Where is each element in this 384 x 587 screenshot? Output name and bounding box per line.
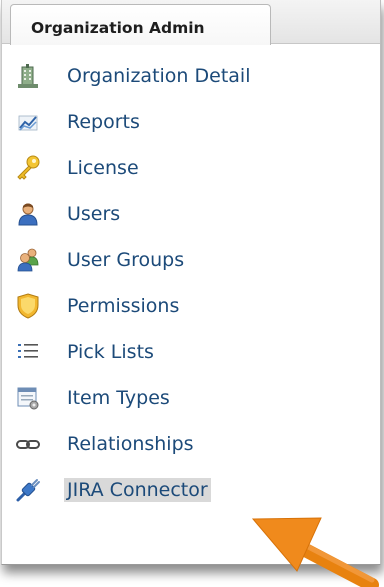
menu-item-label: Users — [67, 203, 121, 225]
line-chart-icon — [15, 108, 41, 136]
menu-item-user-groups[interactable]: User Groups — [2, 246, 380, 292]
menu-item-label: Relationships — [67, 433, 194, 455]
tab-organization-admin[interactable]: Organization Admin — [10, 4, 271, 45]
menu-item-reports[interactable]: Reports — [2, 108, 380, 154]
menu-item-label: Pick Lists — [67, 341, 154, 363]
menu-item-label: Organization Detail — [67, 65, 251, 87]
key-icon — [15, 154, 41, 182]
menu-item-organization-detail[interactable]: Organization Detail — [2, 62, 380, 108]
user-icon — [15, 200, 41, 228]
menu-item-label: Permissions — [67, 295, 180, 317]
menu-item-license[interactable]: License — [2, 154, 380, 200]
shield-icon — [15, 292, 41, 320]
menu-item-relationships[interactable]: Relationships — [2, 430, 380, 476]
chain-link-icon — [15, 430, 41, 458]
tab-strip: Organization Admin — [2, 0, 380, 45]
menu-item-jira-connector[interactable]: JIRA Connector — [2, 476, 380, 522]
connector-plug-icon — [15, 476, 41, 504]
menu-item-label: JIRA Connector — [64, 478, 211, 502]
admin-menu: Organization Detail Reports License User… — [2, 62, 380, 522]
menu-item-users[interactable]: Users — [2, 200, 380, 246]
menu-item-label: License — [67, 157, 139, 179]
menu-item-permissions[interactable]: Permissions — [2, 292, 380, 338]
menu-item-item-types[interactable]: Item Types — [2, 384, 380, 430]
list-icon — [15, 338, 41, 366]
user-group-icon — [15, 246, 41, 274]
organization-admin-panel: Organization Admin Organization Detail R… — [1, 0, 381, 565]
building-icon — [15, 62, 41, 90]
menu-item-pick-lists[interactable]: Pick Lists — [2, 338, 380, 384]
menu-item-label: User Groups — [67, 249, 185, 271]
menu-item-label: Item Types — [67, 387, 170, 409]
menu-item-label: Reports — [67, 111, 140, 133]
item-types-icon — [15, 384, 41, 412]
